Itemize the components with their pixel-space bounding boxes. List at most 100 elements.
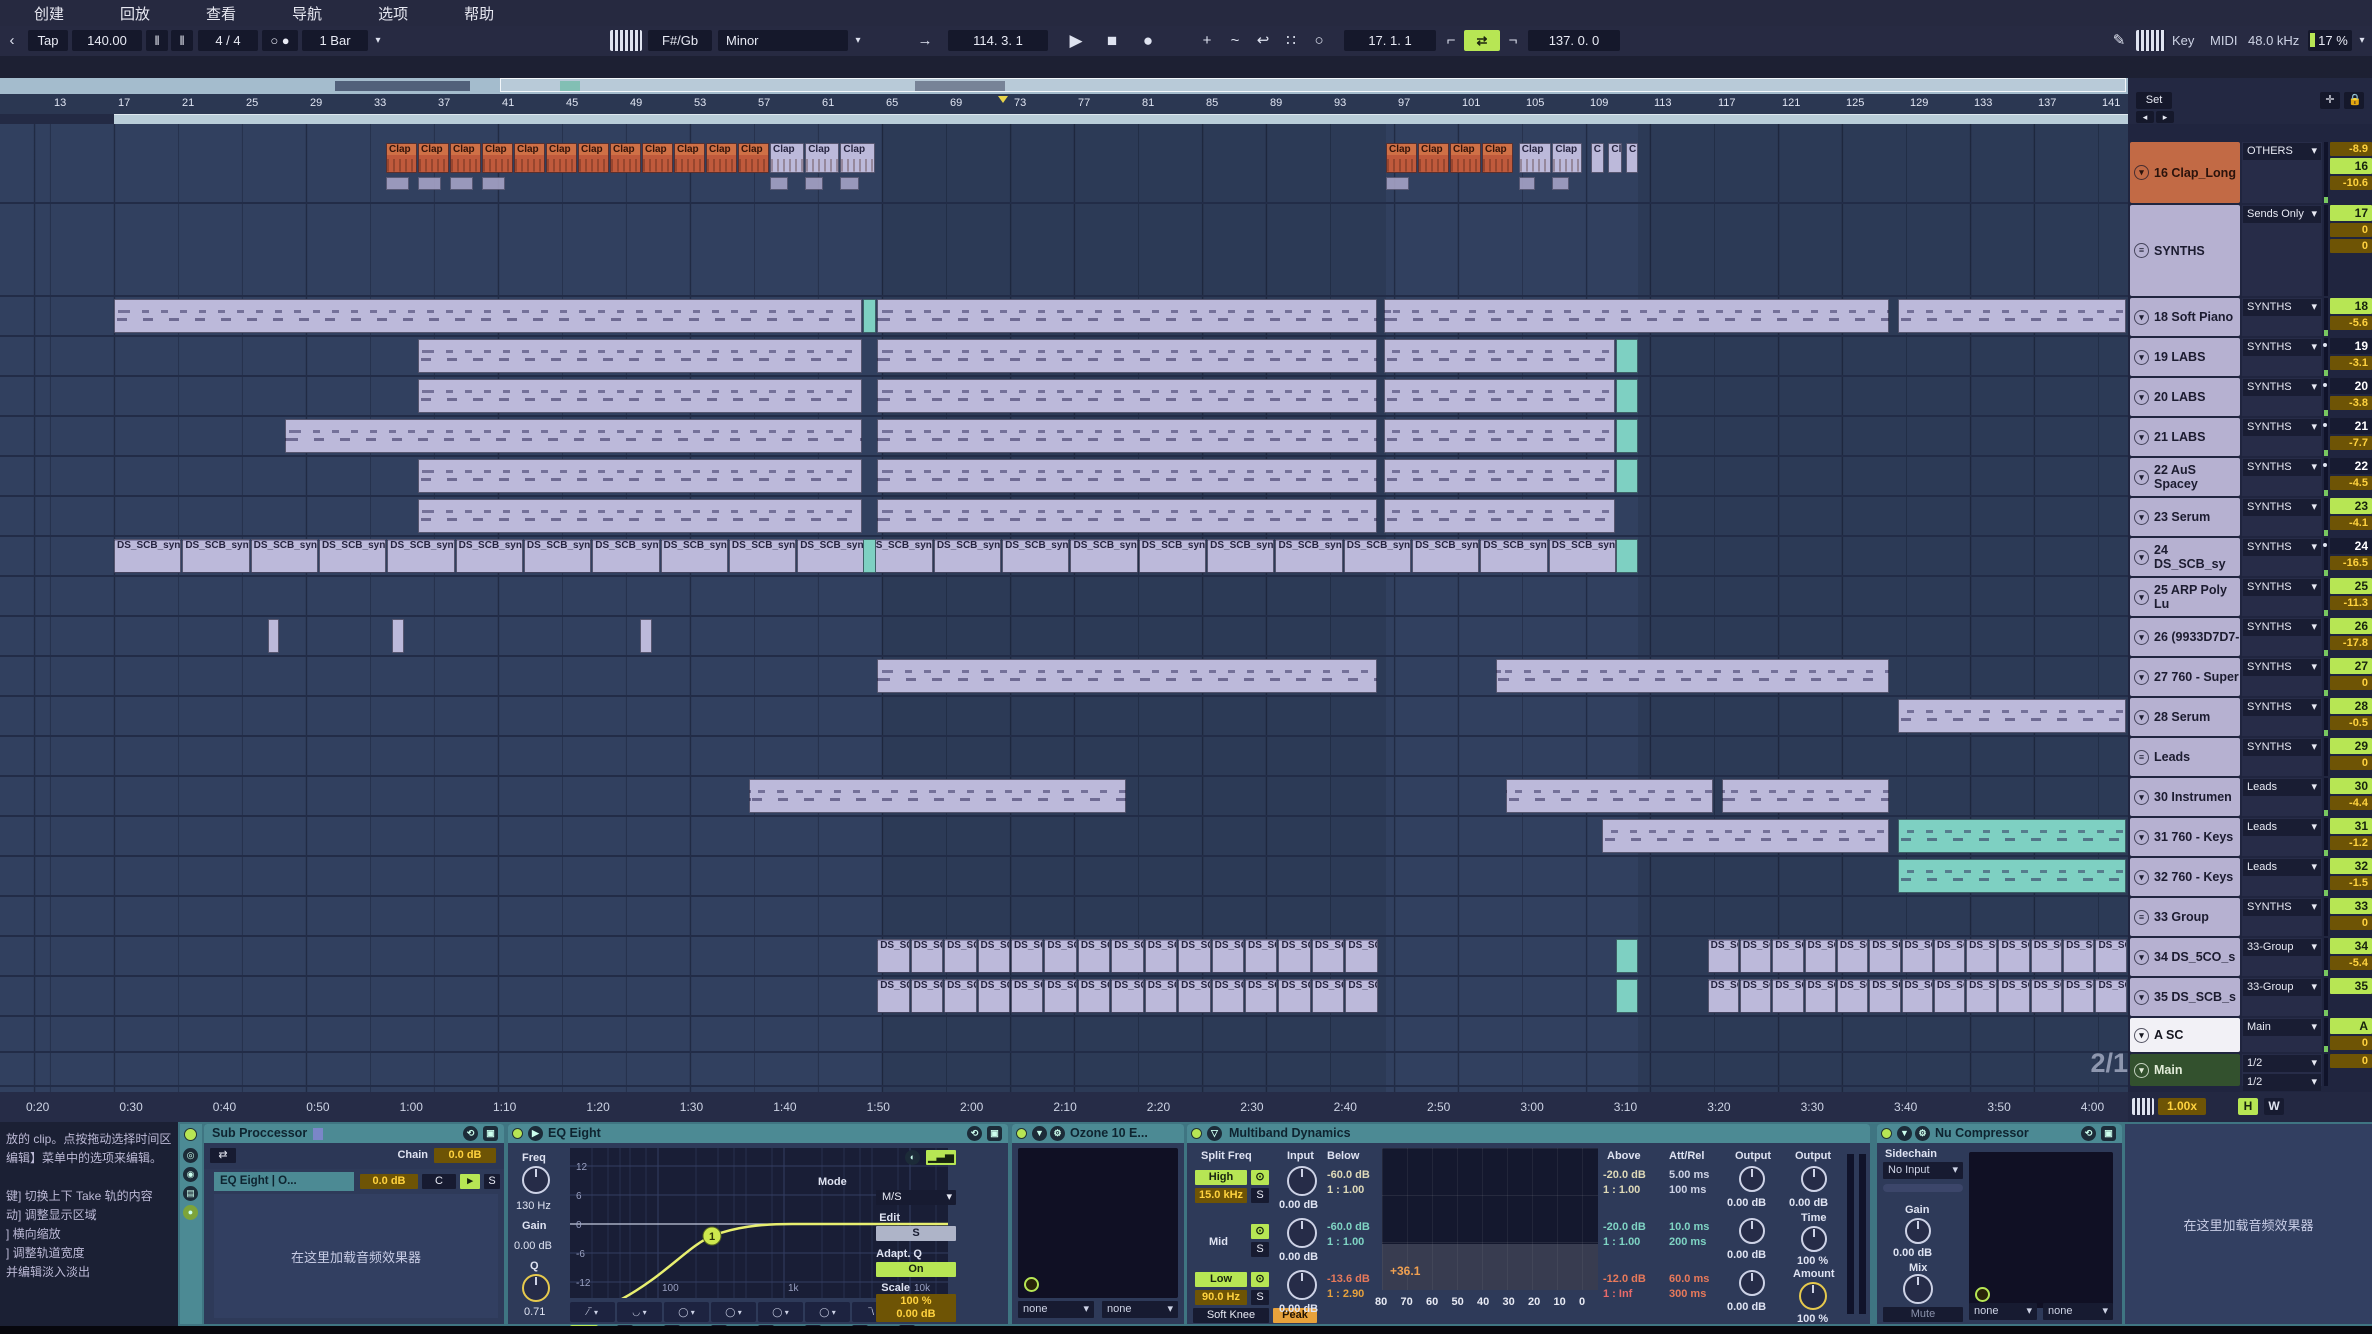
- take-lane-clip[interactable]: [482, 177, 505, 190]
- track-header[interactable]: ▾34 DS_5CO_s33-Group▾34-5.4: [2128, 937, 2372, 977]
- track-header[interactable]: ▾35 DS_SCB_s33-Group▾35: [2128, 977, 2372, 1017]
- take-lane-clip[interactable]: [450, 177, 473, 190]
- clip[interactable]: DS_SCB: [1869, 979, 1900, 1013]
- track-volume-field[interactable]: 0: [2330, 1036, 2372, 1050]
- track-fold-icon[interactable]: ▾: [2134, 710, 2149, 725]
- clip[interactable]: DS_SCB_synth_pad_on: [1275, 539, 1342, 573]
- track-header[interactable]: ≡LeadsSYNTHS▾290: [2128, 737, 2372, 777]
- zoom-width-button[interactable]: W: [2264, 1098, 2284, 1115]
- menu-item-2[interactable]: 回放: [120, 3, 150, 24]
- mbd-out-low-value[interactable]: 0.00 dB: [1727, 1300, 1766, 1315]
- clip[interactable]: Clap: [386, 143, 417, 173]
- ozone-fold-icon[interactable]: ▼: [1032, 1126, 1047, 1141]
- clip[interactable]: DS_SCD: [911, 939, 943, 973]
- clip[interactable]: [1898, 819, 2126, 853]
- scroll-right-icon[interactable]: ▸: [2156, 111, 2174, 123]
- clip[interactable]: [877, 459, 1377, 493]
- mbd-low-power-icon[interactable]: ⊙: [1251, 1272, 1269, 1287]
- capture-midi-icon[interactable]: ∷: [1280, 29, 1302, 52]
- clip[interactable]: DS_SCB: [911, 979, 943, 1013]
- track-lane[interactable]: [0, 817, 2128, 857]
- clip[interactable]: [1384, 419, 1615, 453]
- track-volume-field[interactable]: 0: [2330, 1054, 2372, 1068]
- track-fold-icon[interactable]: ▾: [2134, 550, 2149, 565]
- clip[interactable]: [1616, 339, 1637, 373]
- track-volume-field[interactable]: -3.1: [2330, 356, 2372, 370]
- clip[interactable]: DS_SCD: [1740, 939, 1771, 973]
- clip[interactable]: [1616, 539, 1637, 573]
- mbd-high-button[interactable]: High: [1195, 1170, 1247, 1185]
- clip[interactable]: DS_SCB_synth_pad_on: [797, 539, 864, 573]
- routing-menu[interactable]: SYNTHS▾: [2243, 659, 2321, 676]
- take-lane-clip[interactable]: [770, 177, 788, 190]
- clip[interactable]: [1384, 459, 1615, 493]
- clip[interactable]: DS_SCD: [2031, 939, 2062, 973]
- track-header[interactable]: ▾18 Soft PianoSYNTHS▾18-5.6: [2128, 297, 2372, 337]
- menu-item-6[interactable]: 帮助: [464, 3, 494, 24]
- nucomp-param2-menu[interactable]: none▾: [2043, 1303, 2113, 1320]
- clip[interactable]: Clap: [840, 143, 874, 173]
- track-number-badge[interactable]: 22: [2330, 458, 2372, 474]
- track-lane[interactable]: [0, 297, 2128, 337]
- mbd-attrel-mid[interactable]: 10.0 ms200 ms: [1669, 1220, 1709, 1250]
- clip[interactable]: DS_SCB_synth_pad_on: [524, 539, 591, 573]
- track-header[interactable]: ▾19 LABSSYNTHS▾19-3.1: [2128, 337, 2372, 377]
- rack-title-bar[interactable]: Sub Proccessor ⟲ ▣: [204, 1124, 504, 1143]
- chain-name[interactable]: EQ Eight | O...: [214, 1172, 354, 1191]
- track-volume-field[interactable]: -10.6: [2330, 176, 2372, 190]
- ozone-title-bar[interactable]: ▼ ⚙ Ozone 10 E...: [1012, 1124, 1184, 1143]
- track-name[interactable]: ▾23 Serum: [2130, 498, 2240, 536]
- clip[interactable]: DS_SCB: [1245, 979, 1277, 1013]
- clip[interactable]: DS_SCB: [1011, 979, 1043, 1013]
- track-header[interactable]: ▾23 SerumSYNTHS▾23-4.1: [2128, 497, 2372, 537]
- mbd-input-mid-value[interactable]: 0.00 dB: [1279, 1250, 1318, 1265]
- clip[interactable]: [877, 659, 1377, 693]
- clip[interactable]: [1384, 299, 1889, 333]
- track-name[interactable]: ▾16 Clap_Long: [2130, 142, 2240, 203]
- show-chains-icon[interactable]: ▤: [183, 1186, 198, 1201]
- clip[interactable]: [1496, 659, 1889, 693]
- quantize-chevron-icon[interactable]: ▾: [372, 29, 384, 52]
- chain-volume-field[interactable]: 0.0 dB: [434, 1148, 496, 1163]
- clip[interactable]: [877, 379, 1377, 413]
- tempo-field[interactable]: 140.00: [72, 30, 142, 51]
- time-ruler[interactable]: 0:200:300:400:501:001:101:201:301:401:50…: [0, 1092, 2128, 1122]
- clip[interactable]: DS_SCB_synth_pad_on: [934, 539, 1001, 573]
- clip[interactable]: DS_SCB: [1966, 979, 1997, 1013]
- track-volume-field[interactable]: 0: [2330, 756, 2372, 770]
- clip[interactable]: DS_SCB: [1772, 979, 1803, 1013]
- track-fold-icon[interactable]: ▾: [2134, 165, 2149, 180]
- eq-fold-icon[interactable]: ▶: [528, 1126, 543, 1141]
- filter-type-menu[interactable]: ◯ ▾: [758, 1302, 803, 1322]
- clip[interactable]: DS_SCB_synth_pad_on: [456, 539, 523, 573]
- nudge-up-button[interactable]: ‖: [171, 30, 193, 51]
- track-lane[interactable]: [0, 417, 2128, 457]
- track-number-badge[interactable]: 31: [2330, 818, 2372, 834]
- clip[interactable]: DS_SCD: [1212, 939, 1244, 973]
- clip[interactable]: DS_SCB: [1145, 979, 1177, 1013]
- clip[interactable]: [418, 459, 862, 493]
- menu-item-4[interactable]: 导航: [292, 3, 322, 24]
- clip[interactable]: DS_SCB_synth_pad_on: [1002, 539, 1069, 573]
- clip[interactable]: [268, 619, 280, 653]
- track-number-badge[interactable]: 27: [2330, 658, 2372, 674]
- clip[interactable]: [1898, 299, 2126, 333]
- mbd-attrel-high[interactable]: 5.00 ms100 ms: [1669, 1168, 1709, 1198]
- routing-menu[interactable]: 1/2▾: [2243, 1055, 2321, 1072]
- track-volume-field[interactable]: -5.6: [2330, 316, 2372, 330]
- track-number-badge[interactable]: 24: [2330, 538, 2372, 554]
- lock-icon[interactable]: 🔒: [2344, 92, 2364, 109]
- routing-menu[interactable]: SYNTHS▾: [2243, 539, 2321, 556]
- beat-time-ruler[interactable]: 1317212529333741454953576165697377818589…: [0, 94, 2128, 114]
- mbd-input-high-knob[interactable]: [1287, 1166, 1317, 1196]
- scale-mode-icon[interactable]: [610, 30, 642, 51]
- eq-freq-knob[interactable]: [522, 1166, 550, 1194]
- clip[interactable]: DS_SCD: [944, 939, 976, 973]
- track-fold-icon[interactable]: ▾: [2134, 630, 2149, 645]
- clip[interactable]: DS_SCB_synth_pad_on: [182, 539, 249, 573]
- clip[interactable]: DS_SCD: [1011, 939, 1043, 973]
- nudge-down-button[interactable]: ‖: [146, 30, 168, 51]
- track-number-badge[interactable]: 20: [2330, 378, 2372, 394]
- filter-type-menu[interactable]: ∕‾ ▾: [570, 1302, 615, 1322]
- clip[interactable]: DS_SCB: [944, 979, 976, 1013]
